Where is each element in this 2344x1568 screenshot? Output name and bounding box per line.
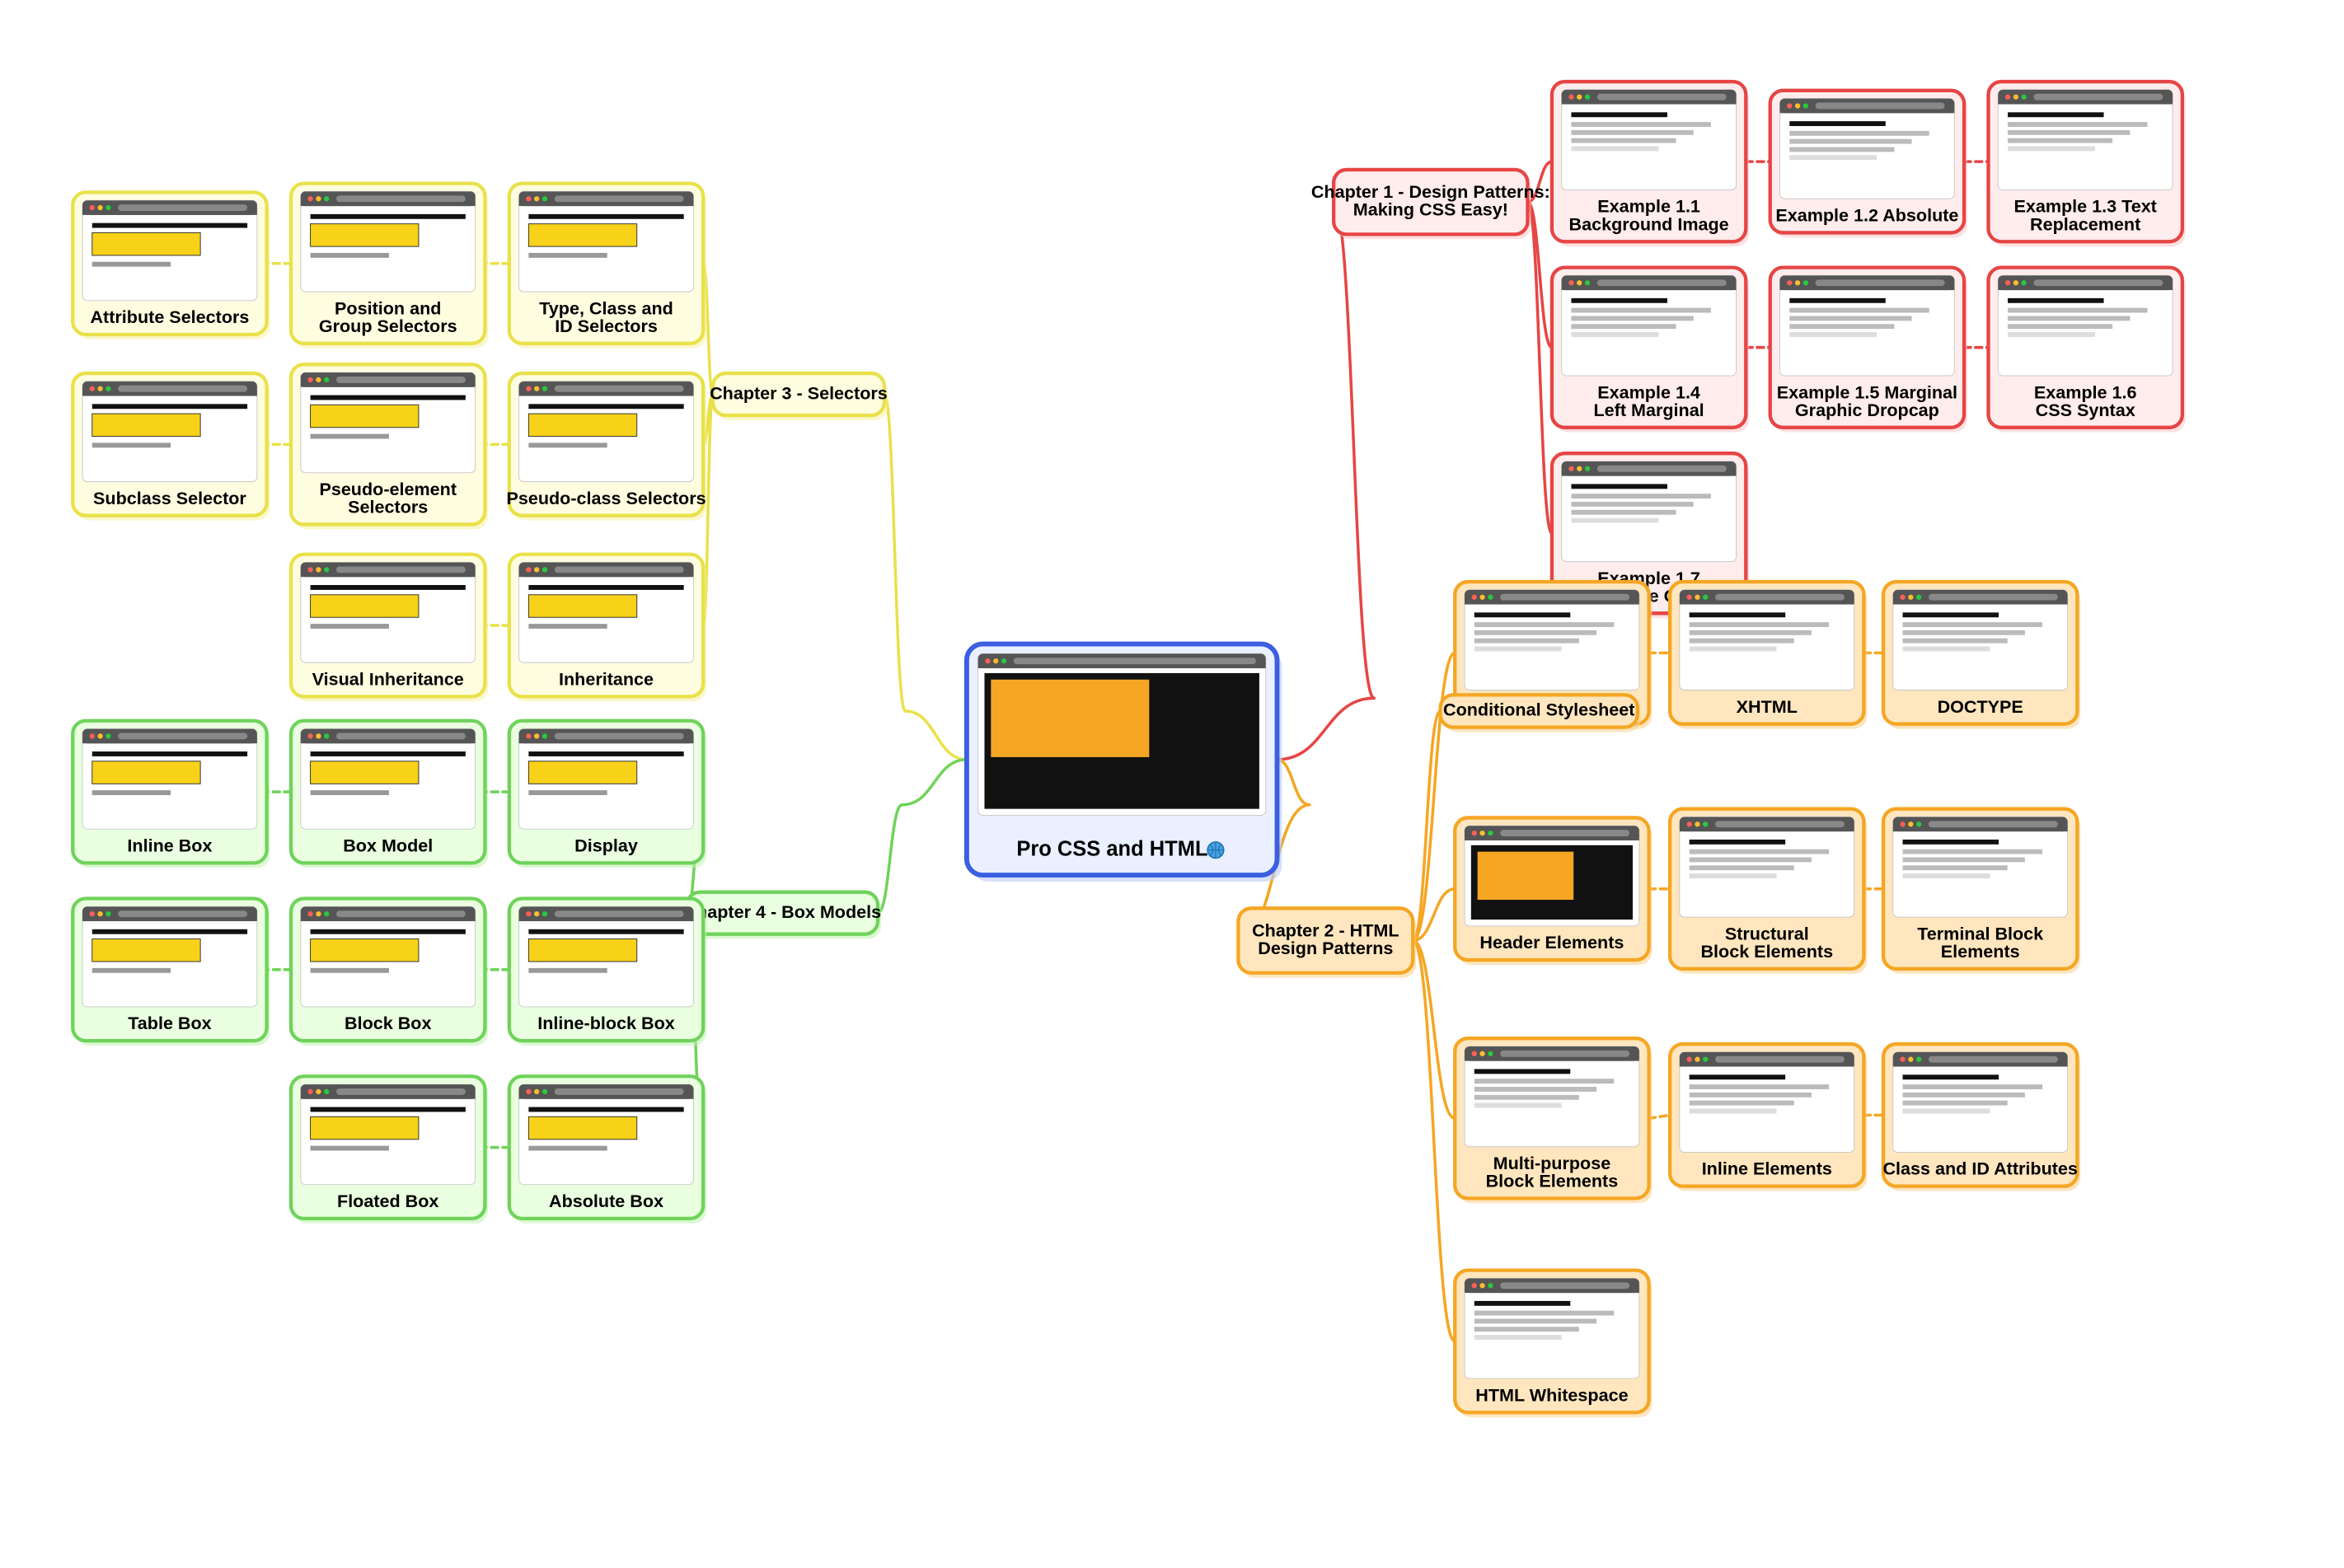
node-label-c1n2: Example 1.2 Absolute (1775, 205, 1958, 226)
node-c3n6[interactable]: Pseudo-class Selectors (506, 373, 706, 520)
node-label-c2n4: Conditional Stylesheet (1443, 700, 1634, 720)
mindmap-canvas: Pro CSS and HTML Chapter 1 - Design Patte… (0, 0, 2344, 1568)
node-c4n3[interactable]: Display (509, 721, 706, 868)
node-c2n5[interactable]: Header Elements (1455, 817, 1652, 964)
node-label-c3n6: Pseudo-class Selectors (506, 488, 706, 508)
node-label-c1n1: Background Image (1569, 213, 1729, 234)
node-label-c4n1: Inline Box (127, 835, 212, 855)
node-label-c3n5: Selectors (348, 497, 428, 517)
node-c2n8[interactable]: Multi-purposeBlock Elements (1455, 1038, 1652, 1203)
node-c4n8[interactable]: Absolute Box (509, 1076, 706, 1223)
node-c2n4[interactable]: Conditional Stylesheet (1441, 695, 1641, 732)
node-c1n6[interactable]: Example 1.6CSS Syntax (1988, 268, 2185, 433)
connector (905, 711, 967, 760)
node-c3n8[interactable]: Inheritance (509, 555, 706, 701)
node-c3n2[interactable]: Position andGroup Selectors (291, 184, 488, 349)
node-label-c3n8: Inheritance (559, 668, 654, 689)
chapter-title-ch1: Making CSS Easy! (1353, 199, 1508, 220)
node-c4n7[interactable]: Floated Box (291, 1076, 488, 1223)
node-label-c2n6: Block Elements (1700, 941, 1833, 962)
node-label-c3n2: Group Selectors (319, 316, 457, 336)
node-c4n1[interactable]: Inline Box (73, 721, 270, 868)
node-c1n4[interactable]: Example 1.4Left Marginal (1552, 268, 1749, 433)
chapter-title-ch3: Chapter 3 - Selectors (710, 382, 888, 403)
node-label-c4n8: Absolute Box (549, 1191, 663, 1211)
chapter-title-ch4: Chapter 4 - Box Models (683, 901, 881, 922)
node-label-c4n7: Floated Box (337, 1191, 438, 1211)
node-c3n3[interactable]: Type, Class andID Selectors (509, 184, 706, 349)
node-label-c2n3: DOCTYPE (1938, 696, 2023, 717)
node-label-c2n8: Block Elements (1486, 1170, 1619, 1191)
node-label-c2n11: HTML Whitespace (1475, 1384, 1628, 1405)
node-label-c4n3: Display (574, 835, 638, 855)
connector (1334, 202, 1374, 698)
connector (902, 760, 966, 805)
node-label-c2n7: Elements (1941, 941, 2020, 962)
node-c4n2[interactable]: Box Model (291, 721, 488, 868)
node-c2n3[interactable]: DOCTYPE (1883, 582, 2080, 728)
node-c1n1[interactable]: Example 1.1Background Image (1552, 82, 1749, 246)
node-c2n2[interactable]: XHTML (1670, 582, 1867, 728)
node-label-c3n4: Subclass Selector (93, 488, 246, 508)
node-label-c1n5: Graphic Dropcap (1795, 400, 1939, 420)
connector (1528, 202, 1552, 533)
node-c3n5[interactable]: Pseudo-elementSelectors (291, 364, 488, 529)
node-c1n2[interactable]: Example 1.2 Absolute (1770, 91, 1967, 237)
chapter-hub-ch3[interactable]: Chapter 3 - Selectors (710, 373, 888, 420)
node-c4n6[interactable]: Inline-block Box (509, 899, 706, 1046)
node-label-c2n10: Class and ID Attributes (1882, 1158, 2077, 1179)
node-c2n11[interactable]: HTML Whitespace (1455, 1271, 1652, 1417)
node-label-c1n3: Replacement (2030, 213, 2140, 234)
connector (878, 805, 902, 913)
connector (1277, 698, 1374, 760)
node-label-c4n4: Table Box (128, 1013, 211, 1033)
node-c1n5[interactable]: Example 1.5 MarginalGraphic Dropcap (1770, 268, 1967, 433)
node-c2n9[interactable]: Inline Elements (1670, 1044, 1867, 1191)
node-c2n7[interactable]: Terminal BlockElements (1883, 809, 2080, 974)
node-label-c1n4: Left Marginal (1594, 400, 1704, 420)
node-c3n7[interactable]: Visual Inheritance (291, 555, 488, 701)
node-label-c3n1: Attribute Selectors (90, 307, 249, 327)
chapter-title-ch2: Design Patterns (1258, 938, 1393, 958)
node-label-c3n3: ID Selectors (555, 316, 658, 336)
node-c3n1[interactable]: Attribute Selectors (73, 192, 270, 339)
root-title: Pro CSS and HTML (1016, 837, 1207, 860)
node-c2n10[interactable]: Class and ID Attributes (1882, 1044, 2080, 1191)
node-label-c1n6: CSS Syntax (2036, 400, 2135, 420)
globe-icon (1207, 842, 1224, 859)
node-c2n6[interactable]: StructuralBlock Elements (1670, 809, 1867, 974)
node-c4n4[interactable]: Table Box (73, 899, 270, 1046)
chapter-hub-ch4[interactable]: Chapter 4 - Box Models (683, 892, 881, 939)
connector (1413, 941, 1455, 1119)
root-node[interactable]: Pro CSS and HTML (967, 644, 1282, 882)
node-label-c2n2: XHTML (1737, 696, 1798, 717)
node-c1n3[interactable]: Example 1.3 TextReplacement (1988, 82, 2185, 246)
chapter-hub-ch1[interactable]: Chapter 1 - Design Patterns:Making CSS E… (1311, 170, 1550, 239)
node-label-c4n5: Block Box (345, 1013, 431, 1033)
node-label-c3n7: Visual Inheritance (312, 668, 464, 689)
node-label-c4n6: Inline-block Box (537, 1013, 675, 1033)
connector (1413, 941, 1455, 1341)
chapter-hub-ch2[interactable]: Chapter 2 - HTMLDesign Patterns (1238, 908, 1416, 977)
node-label-c2n9: Inline Elements (1702, 1158, 1832, 1179)
connector (1277, 760, 1309, 805)
node-label-c2n5: Header Elements (1479, 932, 1624, 953)
node-c4n5[interactable]: Block Box (291, 899, 488, 1046)
connector (884, 395, 905, 711)
node-c3n4[interactable]: Subclass Selector (73, 373, 270, 520)
node-label-c4n2: Box Model (343, 835, 433, 855)
